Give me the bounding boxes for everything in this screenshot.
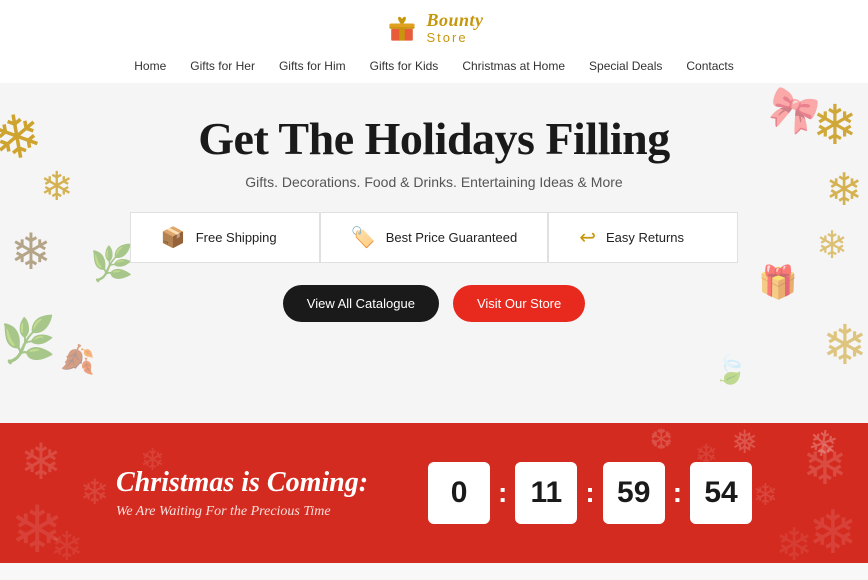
deco-pinecone: 🍂 xyxy=(60,343,95,377)
deco-snowflake-br: ❄ xyxy=(822,313,868,377)
logo-sub: Store xyxy=(426,30,483,45)
feature-returns-label: Easy Returns xyxy=(606,230,684,245)
timer-minutes: 59 xyxy=(603,462,665,524)
deco-gift-right: 🎁 xyxy=(758,263,798,301)
feature-best-price: 🏷️ Best Price Guaranteed xyxy=(320,212,548,263)
nav-home[interactable]: Home xyxy=(134,59,166,73)
deco-leaf-left: 🌿 xyxy=(90,243,134,284)
colon-2: : xyxy=(585,477,594,509)
cta-row: View All Catalogue Visit Our Store xyxy=(283,285,585,322)
visit-store-button[interactable]: Visit Our Store xyxy=(453,285,585,322)
deco-snowflake-left2: ❄ xyxy=(10,223,52,281)
deco-snowflake-tr: ❄ xyxy=(812,93,858,157)
feature-free-shipping: 📦 Free Shipping xyxy=(130,212,320,263)
logo-icon xyxy=(384,10,420,46)
timer-days: 0 xyxy=(428,462,490,524)
hero-title: Get The Holidays Filling xyxy=(198,113,670,166)
main-nav: Home Gifts for Her Gifts for Him Gifts f… xyxy=(0,57,868,75)
colon-1: : xyxy=(498,477,507,509)
hero-section: ❄ ❄ ❄ 🌿 🌿 ❄ 🎀 ❄ ❄ 🎁 ❄ 🍂 🍃 Get The Holida… xyxy=(0,83,868,423)
deco-snowflake-left1: ❄ xyxy=(40,163,74,210)
timer-hours: 11 xyxy=(515,462,577,524)
feature-easy-returns: ↩ Easy Returns xyxy=(548,212,738,263)
nav-special-deals[interactable]: Special Deals xyxy=(589,59,662,73)
countdown-text: Christmas is Coming: We Are Waiting For … xyxy=(116,466,368,520)
shipping-icon: 📦 xyxy=(161,225,186,250)
returns-icon: ↩ xyxy=(579,225,596,250)
price-icon: 🏷️ xyxy=(351,225,376,250)
countdown-timer: 0 : 11 : 59 : 54 xyxy=(428,462,752,524)
countdown-section: ❄ ❄ ❄ ❄ ❄ ❄ ❄ ❄ ❄ ❄ ❄ ❅ ❆ Christmas is C… xyxy=(0,423,868,563)
deco-ribbon-tr: 🎀 xyxy=(762,83,825,142)
deco-snowflake-right1: ❄ xyxy=(825,163,863,216)
logo-name: Bounty xyxy=(426,11,483,31)
deco-snowflake-tl: ❄ xyxy=(0,99,48,177)
countdown-title: Christmas is Coming: xyxy=(116,466,368,500)
nav-gifts-her[interactable]: Gifts for Her xyxy=(190,59,255,73)
feature-price-label: Best Price Guaranteed xyxy=(386,230,518,245)
hero-subtitle: Gifts. Decorations. Food & Drinks. Enter… xyxy=(245,174,622,190)
colon-3: : xyxy=(673,477,682,509)
feature-bar: 📦 Free Shipping 🏷️ Best Price Guaranteed… xyxy=(130,212,738,263)
timer-seconds: 54 xyxy=(690,462,752,524)
view-catalogue-button[interactable]: View All Catalogue xyxy=(283,285,439,322)
deco-snowflake-right2: ❄ xyxy=(816,223,848,268)
site-header: Bounty Store Home Gifts for Her Gifts fo… xyxy=(0,0,868,83)
nav-christmas-home[interactable]: Christmas at Home xyxy=(462,59,565,73)
countdown-subtitle: We Are Waiting For the Precious Time xyxy=(116,504,368,520)
deco-pine-left: 🌿 xyxy=(0,313,56,366)
deco-leaf-right: 🍃 xyxy=(713,353,748,387)
logo[interactable]: Bounty Store xyxy=(384,10,483,46)
nav-contacts[interactable]: Contacts xyxy=(686,59,733,73)
nav-gifts-him[interactable]: Gifts for Him xyxy=(279,59,346,73)
nav-gifts-kids[interactable]: Gifts for Kids xyxy=(370,59,439,73)
feature-shipping-label: Free Shipping xyxy=(196,230,277,245)
